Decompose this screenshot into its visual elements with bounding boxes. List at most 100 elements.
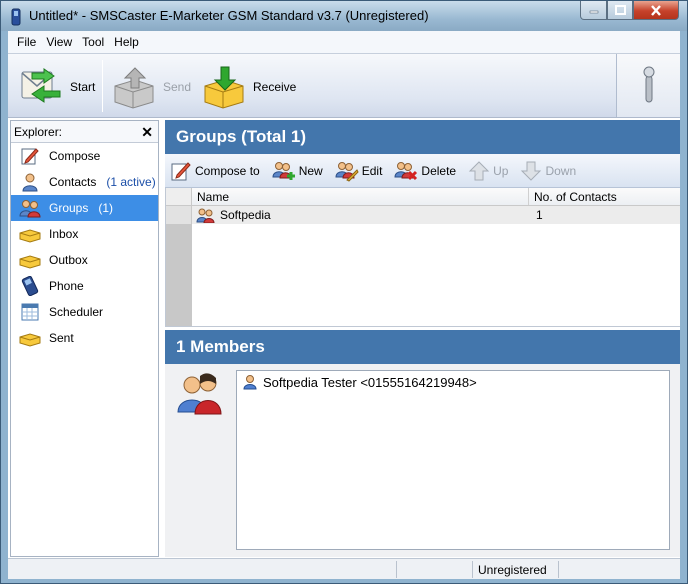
down-label: Down: [545, 163, 577, 178]
explorer-item-label: Compose: [49, 149, 101, 163]
send-label: Send: [163, 80, 192, 94]
row-gutter: [166, 188, 192, 326]
groups-table: Name No. of Contacts Softpedia 1: [165, 188, 680, 327]
compose-to-button[interactable]: Compose to: [170, 160, 260, 182]
receive-button[interactable]: Receive: [201, 62, 296, 112]
members-group-icon: [177, 373, 222, 415]
group-name-cell: Softpedia: [192, 206, 529, 224]
explorer-item-label: Inbox: [49, 227, 79, 241]
column-header-contacts[interactable]: No. of Contacts: [529, 188, 680, 205]
explorer-item-label: Phone: [49, 279, 84, 293]
signal-indicator: [616, 54, 680, 117]
status-cell-empty-2: [558, 561, 679, 578]
app-window: Untitled* - SMSCaster E-Marketer GSM Sta…: [0, 0, 688, 584]
explorer-close-icon[interactable]: ✕: [141, 125, 153, 139]
explorer-item-sent[interactable]: Sent: [11, 325, 158, 351]
start-button[interactable]: Start: [18, 62, 95, 112]
close-icon: [651, 4, 661, 16]
add-group-icon: [272, 161, 295, 180]
up-label: Up: [493, 163, 509, 178]
phone-icon: [19, 276, 41, 296]
explorer-item-phone[interactable]: Phone: [11, 273, 158, 299]
explorer-header: Explorer: ✕: [11, 121, 158, 143]
outbox-icon: [19, 250, 41, 270]
compose-to-label: Compose to: [195, 163, 260, 178]
sent-icon: [19, 328, 41, 348]
arrow-down-icon: [521, 161, 542, 181]
compose-icon: [171, 161, 191, 180]
close-button[interactable]: [633, 1, 679, 20]
explorer-item-contacts[interactable]: Contacts (1 active): [11, 169, 158, 195]
status-cell-empty: [396, 561, 472, 578]
arrow-up-icon: [468, 160, 490, 180]
table-row[interactable]: Softpedia 1: [192, 206, 680, 224]
status-bar: Unregistered: [8, 558, 680, 579]
table-header: Name No. of Contacts: [192, 188, 680, 206]
menu-help[interactable]: Help: [109, 35, 144, 49]
contact-icon: [243, 375, 257, 390]
groups-panel: Groups (Total 1) Compose to New Edit Del…: [165, 120, 680, 327]
menu-file[interactable]: File: [12, 35, 41, 49]
toolbar-separator: [102, 60, 103, 112]
explorer-item-label: Contacts: [49, 175, 97, 189]
column-header-name[interactable]: Name: [192, 188, 529, 205]
receive-label: Receive: [253, 80, 297, 94]
menu-view[interactable]: View: [41, 35, 77, 49]
send-button[interactable]: Send: [111, 62, 191, 112]
explorer-item-count: (1): [98, 201, 114, 215]
maximize-icon: [614, 5, 626, 15]
members-header: 1 Members: [165, 330, 680, 364]
members-body: Softpedia Tester <01555164219948>: [165, 364, 680, 557]
inbox-icon: [19, 224, 41, 244]
edit-group-icon: [335, 161, 359, 182]
explorer-item-outbox[interactable]: Outbox: [11, 247, 158, 273]
explorer-title: Explorer:: [14, 124, 63, 139]
explorer-item-label: Groups: [49, 201, 89, 215]
window-title: Untitled* - SMSCaster E-Marketer GSM Sta…: [29, 8, 429, 23]
compose-icon: [19, 146, 41, 166]
members-list[interactable]: Softpedia Tester <01555164219948>: [236, 370, 670, 550]
list-item[interactable]: Softpedia Tester <01555164219948>: [237, 371, 669, 393]
title-bar[interactable]: Untitled* - SMSCaster E-Marketer GSM Sta…: [1, 1, 687, 31]
scheduler-icon: [19, 302, 41, 322]
explorer-item-label: Outbox: [49, 253, 88, 267]
explorer-item-scheduler[interactable]: Scheduler: [11, 299, 158, 325]
contacts-icon: [19, 172, 41, 192]
explorer-item-groups[interactable]: Groups (1): [11, 195, 158, 221]
maximize-button[interactable]: [607, 1, 633, 20]
row-selector[interactable]: [166, 206, 192, 224]
explorer-item-compose[interactable]: Compose: [11, 143, 158, 169]
delete-group-button[interactable]: Delete: [394, 160, 456, 182]
antenna-icon: [643, 66, 655, 103]
delete-group-icon: [394, 161, 418, 180]
groups-icon: [19, 198, 41, 218]
main-content: Explorer: ✕ Compose Contacts (1 active): [8, 118, 680, 558]
up-button[interactable]: Up: [468, 160, 508, 182]
start-icon: [21, 68, 61, 103]
group-icon: [196, 208, 215, 223]
explorer-item-label: Scheduler: [49, 305, 104, 319]
menu-tool[interactable]: Tool: [77, 35, 109, 49]
receive-icon: [204, 66, 244, 109]
explorer-item-label: Sent: [49, 331, 74, 345]
down-button[interactable]: Down: [520, 160, 576, 182]
registration-status: Unregistered: [472, 561, 558, 578]
minimize-button[interactable]: [580, 1, 607, 20]
delete-label: Delete: [421, 163, 457, 178]
explorer-panel: Explorer: ✕ Compose Contacts (1 active): [10, 120, 159, 557]
members-panel: 1 Members Softpedia Tester <015551642199…: [165, 330, 680, 557]
explorer-item-inbox[interactable]: Inbox: [11, 221, 158, 247]
send-icon: [114, 67, 154, 109]
new-label: New: [298, 163, 323, 178]
member-text: Softpedia Tester <01555164219948>: [263, 374, 477, 390]
groups-header: Groups (Total 1): [165, 120, 680, 154]
app-icon: [11, 8, 21, 26]
new-group-button[interactable]: New: [272, 160, 323, 182]
menu-bar: File View Tool Help: [8, 31, 680, 53]
edit-group-button[interactable]: Edit: [335, 160, 382, 182]
group-name: Softpedia: [220, 208, 271, 222]
main-toolbar: Start Send Receive: [8, 53, 680, 118]
groups-toolbar: Compose to New Edit Delete Up Down: [165, 154, 680, 188]
group-contacts-count: 1: [536, 208, 543, 222]
minimize-icon: [589, 10, 598, 14]
